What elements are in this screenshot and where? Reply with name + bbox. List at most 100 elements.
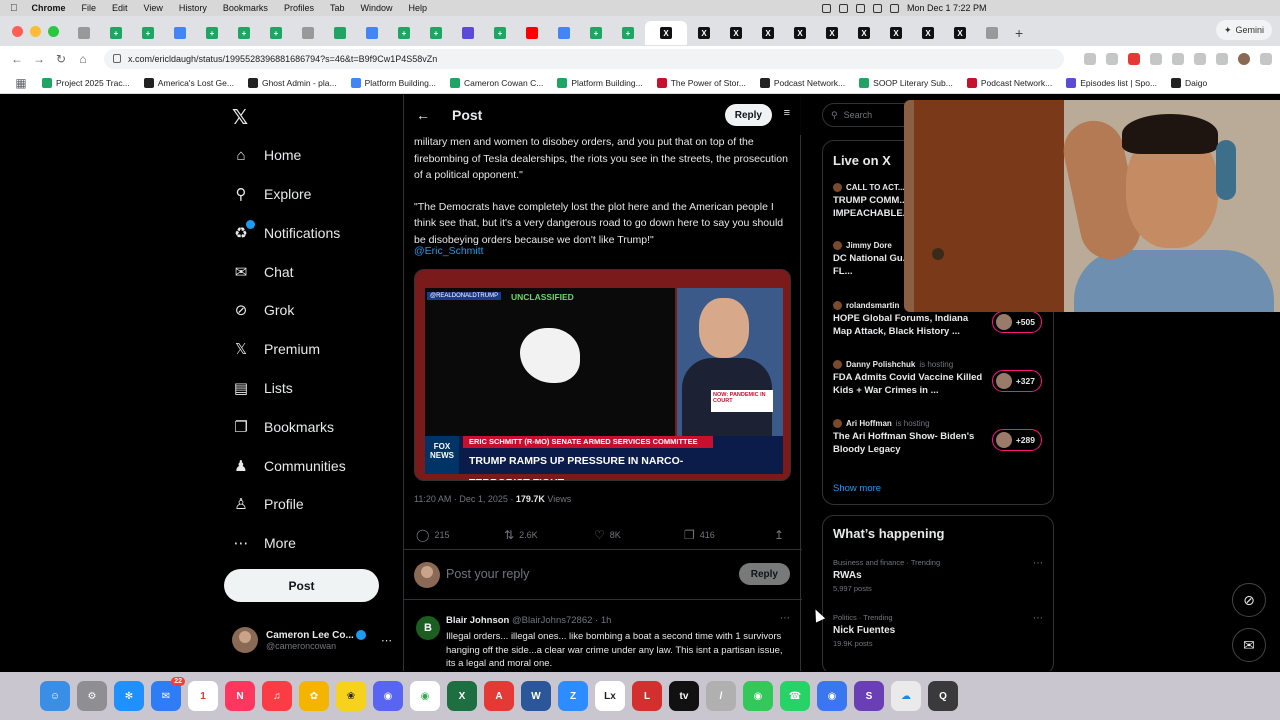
tab[interactable]: + [581, 21, 611, 45]
tab[interactable]: X [721, 21, 751, 45]
extension-icon[interactable] [1128, 53, 1140, 65]
tab[interactable]: X [881, 21, 911, 45]
tab[interactable]: + [261, 21, 291, 45]
listener-count-pill[interactable]: +289 [992, 429, 1042, 451]
reply-author-name[interactable]: Blair Johnson [446, 615, 509, 626]
apple-menu-icon[interactable]:  [10, 3, 18, 14]
install-icon[interactable] [1084, 53, 1096, 65]
tab[interactable]: X [849, 21, 879, 45]
compose-post-button[interactable]: Post [224, 569, 379, 602]
show-more-link[interactable]: Show more [833, 483, 881, 494]
nav-communities[interactable]: ♟ Communities [232, 451, 345, 481]
listener-count-pill[interactable]: +505 [992, 311, 1042, 333]
x-logo-icon[interactable]: 𝕏 [232, 105, 248, 130]
reload-icon[interactable]: ↻ [50, 52, 72, 66]
extension-icon[interactable] [1150, 53, 1162, 65]
tab[interactable]: + [389, 21, 419, 45]
like-action[interactable]: ♡ 8K [594, 528, 621, 542]
tes-icon[interactable]: ❀ [336, 681, 366, 711]
more-icon[interactable]: ⋯ [1033, 558, 1043, 569]
new-tab-button[interactable]: + [1015, 25, 1023, 41]
post-video[interactable]: @REALDONALDTRUMP UNCLASSIFIED NOW: PANDE… [414, 269, 791, 481]
tab[interactable] [69, 21, 99, 45]
chrome-menu-icon[interactable] [1260, 53, 1272, 65]
close-window-button[interactable] [12, 25, 23, 37]
nav-notifications[interactable]: ♻ Notifications [232, 218, 340, 248]
tab[interactable]: + [421, 21, 451, 45]
whatsapp-icon[interactable]: ☎ [780, 681, 810, 711]
gemini-button[interactable]: ✦ Gemini [1215, 20, 1272, 40]
news-icon[interactable]: N [225, 681, 255, 711]
messages-floating-button[interactable]: ✉ [1232, 628, 1266, 662]
address-bar[interactable]: x.com/ericldaugh/status/1995528396881686… [104, 49, 1064, 69]
more-icon[interactable]: ⋯ [381, 634, 392, 647]
tab[interactable]: X [817, 21, 847, 45]
menu-history[interactable]: History [179, 3, 207, 13]
signal-icon[interactable]: ◉ [817, 681, 847, 711]
reply-input[interactable]: Post your reply [446, 567, 529, 581]
tab[interactable] [549, 21, 579, 45]
bookmark-item[interactable]: Episodes list | Spo... [1066, 77, 1157, 88]
reply-button[interactable]: Reply [724, 104, 772, 126]
bookmark-item[interactable]: Daigo [1171, 77, 1207, 88]
settings-icon[interactable]: ⚙ [77, 681, 107, 711]
bookmark-item[interactable]: Platform Building... [350, 77, 436, 88]
tab[interactable]: X [753, 21, 783, 45]
excel-icon[interactable]: X [447, 681, 477, 711]
nav-grok[interactable]: ⊘ Grok [232, 295, 295, 325]
grok-floating-button[interactable]: ⊘ [1232, 583, 1266, 617]
bookmark-item[interactable]: Podcast Network... [759, 77, 845, 88]
nav-explore[interactable]: ⚲ Explore [232, 179, 312, 209]
sidebar-icon[interactable] [1216, 53, 1228, 65]
tab[interactable] [517, 21, 547, 45]
post-time[interactable]: 11:20 AM · Dec 1, 2025 · [414, 494, 516, 504]
menu-help[interactable]: Help [408, 3, 427, 13]
bookmark-item[interactable]: Cameron Cowan C... [449, 77, 543, 88]
nav-home[interactable]: ⌂ Home [232, 140, 301, 170]
more-icon[interactable]: ⋯ [1033, 613, 1043, 624]
bookmark-item[interactable]: Project 2025 Trac... [42, 77, 130, 88]
reply-author-handle[interactable]: @BlairJohns72862 · 1h [512, 615, 611, 626]
minimize-window-button[interactable] [30, 25, 41, 37]
nav-premium[interactable]: 𝕏 Premium [232, 334, 320, 364]
zoom-window-button[interactable] [48, 25, 59, 37]
bookmark-star-icon[interactable] [1106, 53, 1118, 65]
trend-item[interactable]: Politics · Trending Nick Fuentes 19.9K p… [833, 613, 1043, 648]
menu-app-name[interactable]: Chrome [32, 3, 66, 13]
repost-action[interactable]: ⇅ 2.6K [504, 528, 538, 542]
tab[interactable]: + [229, 21, 259, 45]
calendar-icon[interactable]: 1 [188, 681, 218, 711]
reply-action[interactable]: ◯ 215 [416, 528, 449, 542]
home-icon[interactable]: ⌂ [72, 52, 94, 66]
tab[interactable]: X [945, 21, 975, 45]
status-icon[interactable] [856, 3, 865, 13]
back-arrow-icon[interactable]: ← [416, 107, 430, 123]
status-icon[interactable] [822, 3, 831, 13]
profile-avatar-icon[interactable] [1238, 53, 1250, 65]
tab[interactable]: X [913, 21, 943, 45]
extensions-puzzle-icon[interactable] [1194, 53, 1206, 65]
site-info-icon[interactable] [113, 54, 121, 63]
url-text[interactable]: x.com/ericldaugh/status/1995528396881686… [128, 54, 437, 64]
music-icon[interactable]: ♫ [262, 681, 292, 711]
bookmark-action[interactable]: ❐ 416 [684, 528, 715, 542]
apps-grid-icon[interactable]: ▦ [10, 76, 32, 90]
menu-bookmarks[interactable]: Bookmarks [223, 3, 268, 13]
account-switcher[interactable]: Cameron Lee Co... @cameroncowan ⋯ [232, 625, 392, 655]
tab[interactable]: + [613, 21, 643, 45]
tab[interactable]: + [101, 21, 131, 45]
nav-chat[interactable]: ✉ Chat [232, 257, 294, 287]
tab[interactable] [293, 21, 323, 45]
tab[interactable]: + [197, 21, 227, 45]
live-space-item[interactable]: Ari Hoffman is hosting The Ari Hoffman S… [833, 419, 1048, 456]
lx-icon[interactable]: Lx [595, 681, 625, 711]
bookmark-item[interactable]: Platform Building... [557, 77, 643, 88]
tab[interactable] [165, 21, 195, 45]
scripts-icon[interactable]: / [706, 681, 736, 711]
tab[interactable] [325, 21, 355, 45]
status-icon[interactable] [839, 3, 848, 13]
tv-icon[interactable]: tv [669, 681, 699, 711]
menubar-clock[interactable]: Mon Dec 1 7:22 PM [907, 3, 987, 13]
extension-icon[interactable] [1172, 53, 1184, 65]
menu-profiles[interactable]: Profiles [284, 3, 314, 13]
